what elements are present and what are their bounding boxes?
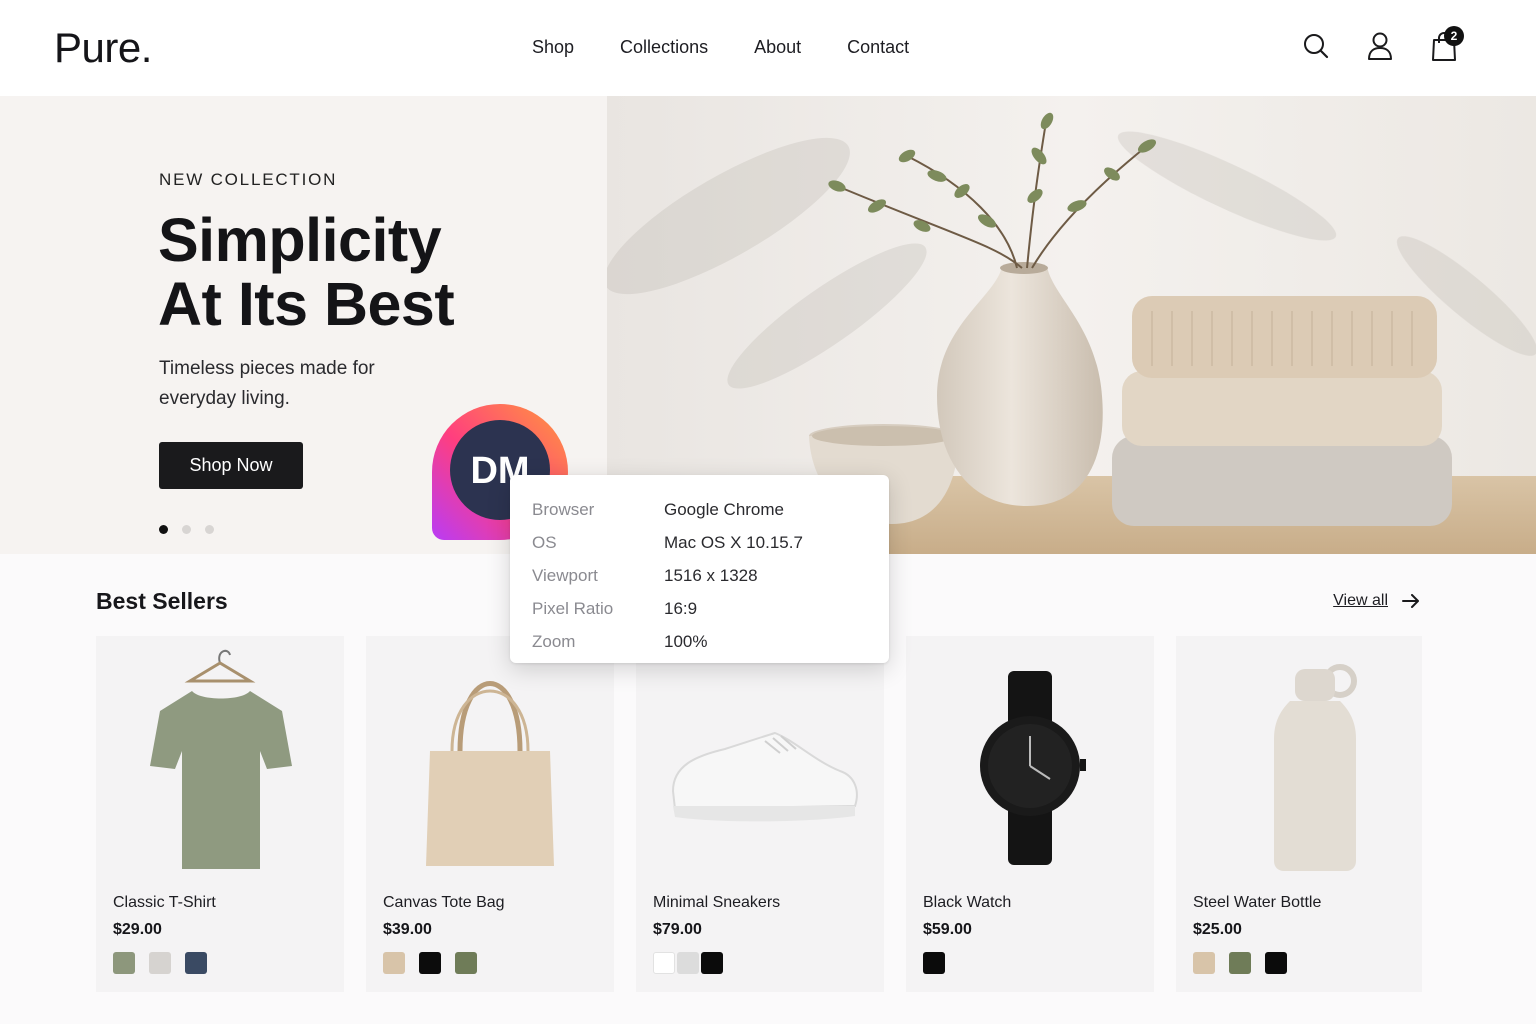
env-key: Viewport (532, 565, 598, 585)
nav-shop[interactable]: Shop (532, 37, 574, 58)
color-swatch[interactable] (1229, 952, 1251, 974)
env-value: Mac OS X 10.15.7 (664, 532, 803, 552)
brand-logo[interactable]: Pure. (54, 24, 152, 72)
color-swatch[interactable] (419, 952, 441, 974)
user-icon[interactable] (1366, 30, 1394, 62)
color-swatch[interactable] (383, 952, 405, 974)
product-image-sneakers[interactable] (636, 636, 884, 886)
color-swatch[interactable] (701, 952, 723, 974)
product-name[interactable]: Classic T-Shirt (113, 894, 216, 912)
carousel-dots (159, 525, 214, 534)
color-swatch[interactable] (149, 952, 171, 974)
product-name[interactable]: Canvas Tote Bag (383, 894, 505, 912)
view-all-link[interactable]: View all (1333, 592, 1420, 610)
view-all-label: View all (1333, 592, 1388, 609)
carousel-dot-1[interactable] (159, 525, 168, 534)
color-swatch[interactable] (677, 952, 699, 974)
storefront-page: Pure. Shop Collections About Contact 2 N… (0, 0, 1536, 1024)
search-icon[interactable] (1302, 30, 1330, 62)
product-name[interactable]: Minimal Sneakers (653, 894, 780, 912)
color-swatches (923, 952, 945, 974)
product-image-bottle[interactable] (1176, 636, 1424, 886)
hero-title-line1: Simplicity (158, 206, 442, 274)
product-price: $25.00 (1193, 921, 1242, 938)
hero-title: Simplicity At Its Best (158, 208, 578, 336)
color-swatches (653, 952, 723, 974)
color-swatch[interactable] (923, 952, 945, 974)
product-grid: Classic T-Shirt $29.00 Canvas Tote Bag $… (96, 636, 1422, 992)
env-row-viewport: Viewport 1516 x 1328 (532, 559, 867, 592)
shop-now-button[interactable]: Shop Now (159, 442, 303, 489)
env-value: 100% (664, 631, 708, 651)
env-key: Zoom (532, 631, 576, 651)
color-swatch[interactable] (113, 952, 135, 974)
product-card[interactable]: Minimal Sneakers $79.00 (636, 636, 884, 992)
product-image-tote[interactable] (366, 636, 614, 886)
environment-info-popover: Browser Google Chrome OS Mac OS X 10.15.… (510, 475, 889, 663)
shopping-bag-icon[interactable]: 2 (1430, 26, 1464, 62)
main-nav: Shop Collections About Contact (532, 37, 909, 58)
best-sellers-heading: Best Sellers (96, 588, 228, 614)
color-swatch[interactable] (653, 952, 675, 974)
nav-contact[interactable]: Contact (847, 37, 909, 58)
product-image-watch[interactable] (906, 636, 1154, 886)
product-price: $79.00 (653, 921, 702, 938)
color-swatches (383, 952, 477, 974)
header-actions: 2 (1302, 26, 1464, 62)
site-header: Pure. Shop Collections About Contact 2 (0, 0, 1536, 96)
arrow-right-icon (1402, 594, 1419, 608)
nav-collections[interactable]: Collections (620, 37, 708, 58)
hero-eyebrow: NEW COLLECTION (159, 170, 338, 189)
env-value: 16:9 (664, 598, 698, 618)
product-price: $39.00 (383, 921, 432, 938)
product-name[interactable]: Black Watch (923, 894, 1011, 912)
color-swatches (113, 952, 207, 974)
hero-subtitle: Timeless pieces made for everyday living… (159, 358, 375, 409)
env-value: 1516 x 1328 (664, 565, 758, 585)
env-row-zoom: Zoom 100% (532, 625, 867, 658)
hero-title-line2: At Its Best (158, 270, 455, 338)
color-swatch[interactable] (185, 952, 207, 974)
product-price: $59.00 (923, 921, 972, 938)
env-value: Google Chrome (664, 499, 785, 519)
carousel-dot-2[interactable] (182, 525, 191, 534)
color-swatches (1193, 952, 1287, 974)
color-swatch[interactable] (1193, 952, 1215, 974)
env-row-browser: Browser Google Chrome (532, 493, 867, 526)
nav-about[interactable]: About (754, 37, 801, 58)
env-key: Pixel Ratio (532, 598, 614, 618)
env-key: OS (532, 532, 557, 552)
product-card[interactable]: Black Watch $59.00 (906, 636, 1154, 992)
product-image-tshirt[interactable] (96, 636, 344, 886)
env-row-pixel-ratio: Pixel Ratio 16:9 (532, 592, 867, 625)
carousel-dot-3[interactable] (205, 525, 214, 534)
env-key: Browser (532, 499, 595, 519)
env-row-os: OS Mac OS X 10.15.7 (532, 526, 867, 559)
product-card[interactable]: Classic T-Shirt $29.00 (96, 636, 344, 992)
color-swatch[interactable] (455, 952, 477, 974)
product-card[interactable]: Canvas Tote Bag $39.00 (366, 636, 614, 992)
product-card[interactable]: Steel Water Bottle $25.00 (1176, 636, 1422, 992)
cart-count-badge: 2 (1444, 26, 1464, 46)
product-name[interactable]: Steel Water Bottle (1193, 894, 1321, 912)
product-price: $29.00 (113, 921, 162, 938)
color-swatch[interactable] (1265, 952, 1287, 974)
